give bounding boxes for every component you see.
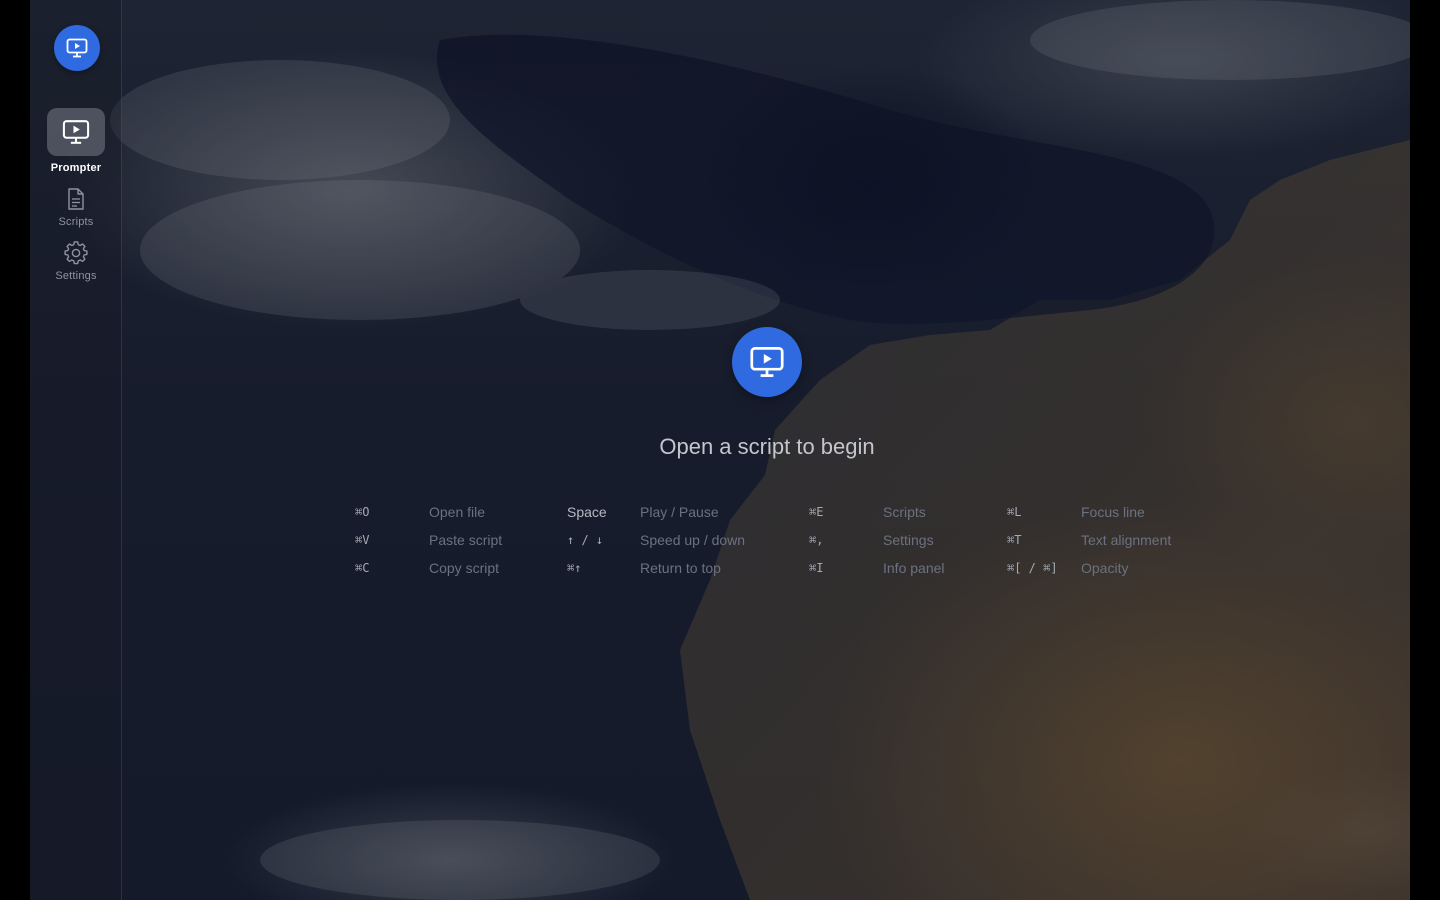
empty-state-logo (732, 327, 802, 397)
shortcut-key: ↑ / ↓ (567, 533, 604, 547)
shortcut-key: ⌘E (809, 505, 824, 519)
sidebar-item-settings-icon-wrap (61, 238, 91, 268)
shortcut-action: Settings (883, 532, 934, 548)
shortcut-action: Open file (429, 504, 486, 520)
shortcut-key: ⌘[ / ⌘] (1007, 561, 1058, 575)
shortcut-key: ⌘L (1007, 505, 1022, 519)
shortcut-action: Play / Pause (640, 504, 719, 520)
sidebar-item-label: Scripts (58, 216, 94, 228)
shortcut-key: ⌘↑ (567, 561, 582, 575)
shortcut-action: Scripts (883, 504, 926, 520)
presentation-screen-icon (750, 347, 784, 377)
sidebar-item-scripts[interactable]: Scripts (30, 184, 122, 228)
presentation-screen-icon (66, 38, 88, 58)
shortcut-key: ⌘T (1007, 533, 1022, 547)
shortcut-key: ⌘V (355, 533, 370, 547)
presentation-screen-icon (62, 120, 90, 144)
sidebar-item-prompter[interactable]: Prompter (30, 108, 122, 174)
screen-edge-right (1410, 0, 1440, 900)
shortcut-key: ⌘, (809, 533, 824, 547)
screen-edge-left (0, 0, 30, 900)
shortcut-action: Opacity (1081, 560, 1129, 576)
shortcut-action: Paste script (429, 532, 503, 548)
shortcut-action: Info panel (883, 560, 945, 576)
document-icon (68, 188, 84, 210)
sidebar: Prompter Scripts Settings (30, 0, 122, 900)
app-logo[interactable] (54, 25, 100, 71)
shortcut-action: Speed up / down (640, 532, 746, 548)
sidebar-item-settings[interactable]: Settings (30, 238, 122, 282)
shortcut-action: Return to top (640, 560, 721, 576)
shortcut-action: Copy script (429, 560, 500, 576)
sidebar-item-scripts-icon-wrap (61, 184, 91, 214)
sidebar-item-label: Prompter (50, 162, 102, 174)
shortcut-action: Focus line (1081, 504, 1145, 520)
sidebar-item-prompter-icon-box (47, 108, 105, 156)
empty-state-headline: Open a script to begin (659, 434, 875, 459)
shortcut-key: ⌘O (355, 505, 370, 519)
gear-icon (64, 241, 88, 265)
app-window: Prompter Scripts Settings Open a script … (30, 0, 1410, 900)
sidebar-item-label: Settings (55, 270, 97, 282)
shortcut-key: ⌘C (355, 561, 370, 575)
shortcut-key: ⌘I (809, 561, 824, 575)
shortcut-key: Space (567, 504, 607, 520)
shortcut-action: Text alignment (1081, 532, 1172, 548)
